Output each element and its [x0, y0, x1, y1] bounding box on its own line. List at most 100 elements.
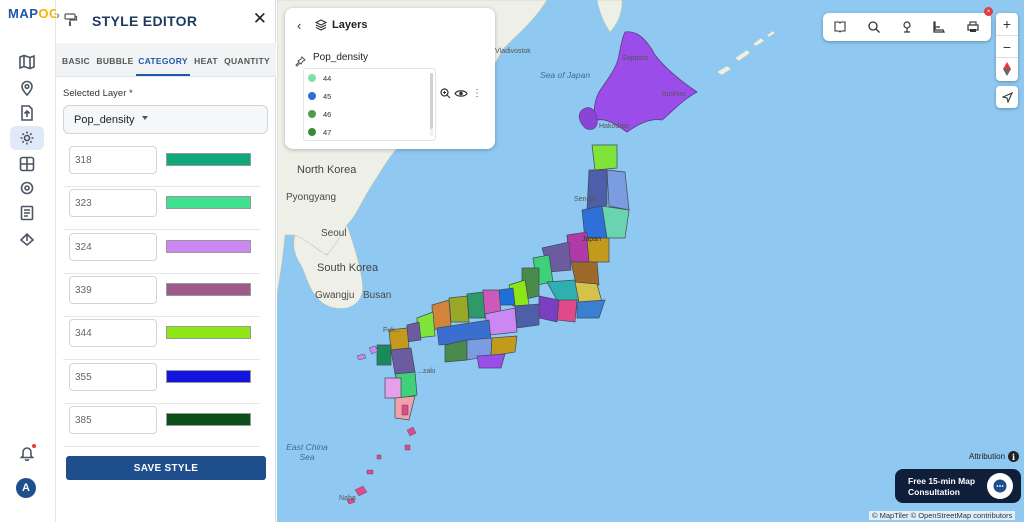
category-value-input[interactable]: 323	[69, 189, 157, 218]
label-japan: Japan	[582, 236, 602, 243]
bell-icon[interactable]	[10, 441, 44, 465]
label-pyongyang: Pyongyang	[286, 192, 337, 203]
category-color-swatch[interactable]	[166, 412, 251, 426]
logo[interactable]: MAPOG	[8, 6, 60, 21]
legend-label: 44	[323, 73, 332, 83]
layer-name: Pop_density	[313, 52, 369, 63]
layers-panel: ‹ Layers Pop_density 44 45 46 47 ⋮	[285, 8, 495, 149]
category-value-input[interactable]: 355	[69, 362, 157, 391]
label-seoul: Seoul	[321, 228, 347, 239]
label-kushiro: Kushiro	[662, 91, 686, 98]
style-editor-panel: › STYLE EDITOR ✕ BASIC BUBBLE CATEGORY H…	[56, 0, 276, 522]
category-row: 318	[63, 144, 260, 187]
avatar[interactable]: A	[16, 478, 36, 498]
legend-item: 44	[308, 72, 331, 84]
info-icon[interactable]: i	[1008, 451, 1020, 462]
legend-color-dot	[308, 110, 316, 118]
pin-icon[interactable]	[900, 20, 914, 34]
compass-button[interactable]	[996, 57, 1018, 79]
back-arrow-icon[interactable]: ‹	[297, 18, 301, 33]
label-north-korea: North Korea	[297, 164, 357, 176]
chat-icon	[993, 479, 1007, 493]
category-color-swatch[interactable]	[166, 153, 251, 166]
category-value-input[interactable]: 385	[69, 405, 157, 434]
paint-roller-icon	[64, 13, 78, 26]
attribution-label: Attribution	[969, 452, 1006, 461]
book-map-icon[interactable]	[833, 20, 847, 34]
honshu	[406, 144, 630, 346]
legend-item: 47	[308, 126, 331, 138]
close-badge[interactable]: ×	[984, 7, 993, 16]
print-icon[interactable]	[966, 20, 980, 34]
label-kagoshima: ...zaki	[417, 368, 436, 375]
category-value-input[interactable]: 324	[69, 232, 157, 261]
category-color-swatch[interactable]	[166, 369, 251, 383]
legend-item: 46	[308, 108, 331, 120]
category-color-swatch[interactable]	[166, 282, 251, 296]
layers-icon	[315, 19, 327, 31]
icon-rail: MAPOG A	[0, 0, 59, 522]
chat-button[interactable]	[987, 473, 1013, 499]
navigate-icon	[1001, 91, 1013, 103]
category-row: 385	[63, 404, 260, 447]
legend-color-dot	[308, 128, 316, 136]
search-icon[interactable]	[867, 20, 881, 34]
label-vladivostok: Vladivostok	[495, 48, 531, 55]
legend-color-dot	[308, 92, 316, 100]
label-sapporo: Sapporo	[622, 55, 649, 62]
category-value-input[interactable]: 344	[69, 319, 157, 348]
page-title: STYLE EDITOR	[92, 13, 198, 29]
category-color-swatch[interactable]	[166, 239, 251, 253]
save-style-button[interactable]: SAVE STYLE	[66, 456, 266, 480]
zoom-in-button[interactable]: +	[996, 13, 1018, 35]
location-pin-icon[interactable]	[10, 76, 44, 100]
category-row: 324	[63, 231, 260, 274]
legend-label: 47	[323, 127, 332, 137]
compass-icon	[1003, 61, 1011, 76]
upload-icon[interactable]	[10, 101, 44, 125]
more-vertical-icon[interactable]: ⋮	[472, 88, 482, 99]
category-value-input[interactable]: 339	[69, 275, 157, 304]
label-hakodate: Hakodate	[599, 123, 629, 130]
kyushu	[376, 327, 418, 421]
category-row: 323	[63, 187, 260, 231]
style-tabs: BASIC BUBBLE CATEGORY HEAT QUANTITY	[56, 43, 276, 77]
tab-quantity[interactable]: QUANTITY	[222, 43, 272, 76]
consult-line1: Free 15-min Map	[908, 476, 976, 486]
layers-group-icon[interactable]	[10, 152, 44, 176]
layer-select-value: Pop_density	[74, 114, 135, 126]
legend-label: 45	[323, 91, 332, 101]
category-color-swatch[interactable]	[166, 196, 251, 210]
category-value-input[interactable]: 318	[69, 146, 157, 174]
legend-label: 46	[323, 109, 332, 119]
attribution[interactable]: Attribution i	[969, 451, 1020, 462]
notification-dot	[32, 444, 36, 448]
layer-select[interactable]: Pop_density	[63, 105, 268, 134]
tab-bubble[interactable]: BUBBLE	[94, 43, 136, 76]
report-icon[interactable]	[10, 201, 44, 225]
label-busan: Busan	[363, 290, 392, 301]
pin-icon	[295, 56, 306, 67]
label-sendai: Sendai	[574, 196, 596, 203]
close-icon[interactable]: ✕	[253, 10, 267, 27]
zoom-out-button[interactable]: −	[996, 35, 1018, 57]
sakhalin	[596, 0, 623, 33]
tab-category[interactable]: CATEGORY	[136, 43, 190, 76]
gear-icon[interactable]	[10, 126, 44, 150]
map-icon[interactable]	[10, 50, 44, 74]
tab-heat[interactable]: HEAT	[190, 43, 222, 76]
hokkaido	[593, 31, 698, 133]
category-color-swatch[interactable]	[166, 326, 251, 340]
locate-button[interactable]	[996, 86, 1018, 108]
selected-layer-label: Selected Layer *	[63, 88, 133, 99]
legend-scrollbar[interactable]	[430, 73, 433, 136]
eye-icon[interactable]	[454, 88, 468, 99]
category-row: 355	[63, 361, 260, 404]
tab-basic[interactable]: BASIC	[58, 43, 94, 76]
settings-icon[interactable]	[10, 176, 44, 200]
share-icon[interactable]	[10, 227, 44, 251]
boot-icon[interactable]	[932, 20, 946, 34]
layers-title: Layers	[332, 19, 368, 31]
consultation-banner[interactable]: Free 15-min Map Consultation	[895, 469, 1021, 503]
zoom-to-layer-icon[interactable]	[440, 88, 451, 99]
